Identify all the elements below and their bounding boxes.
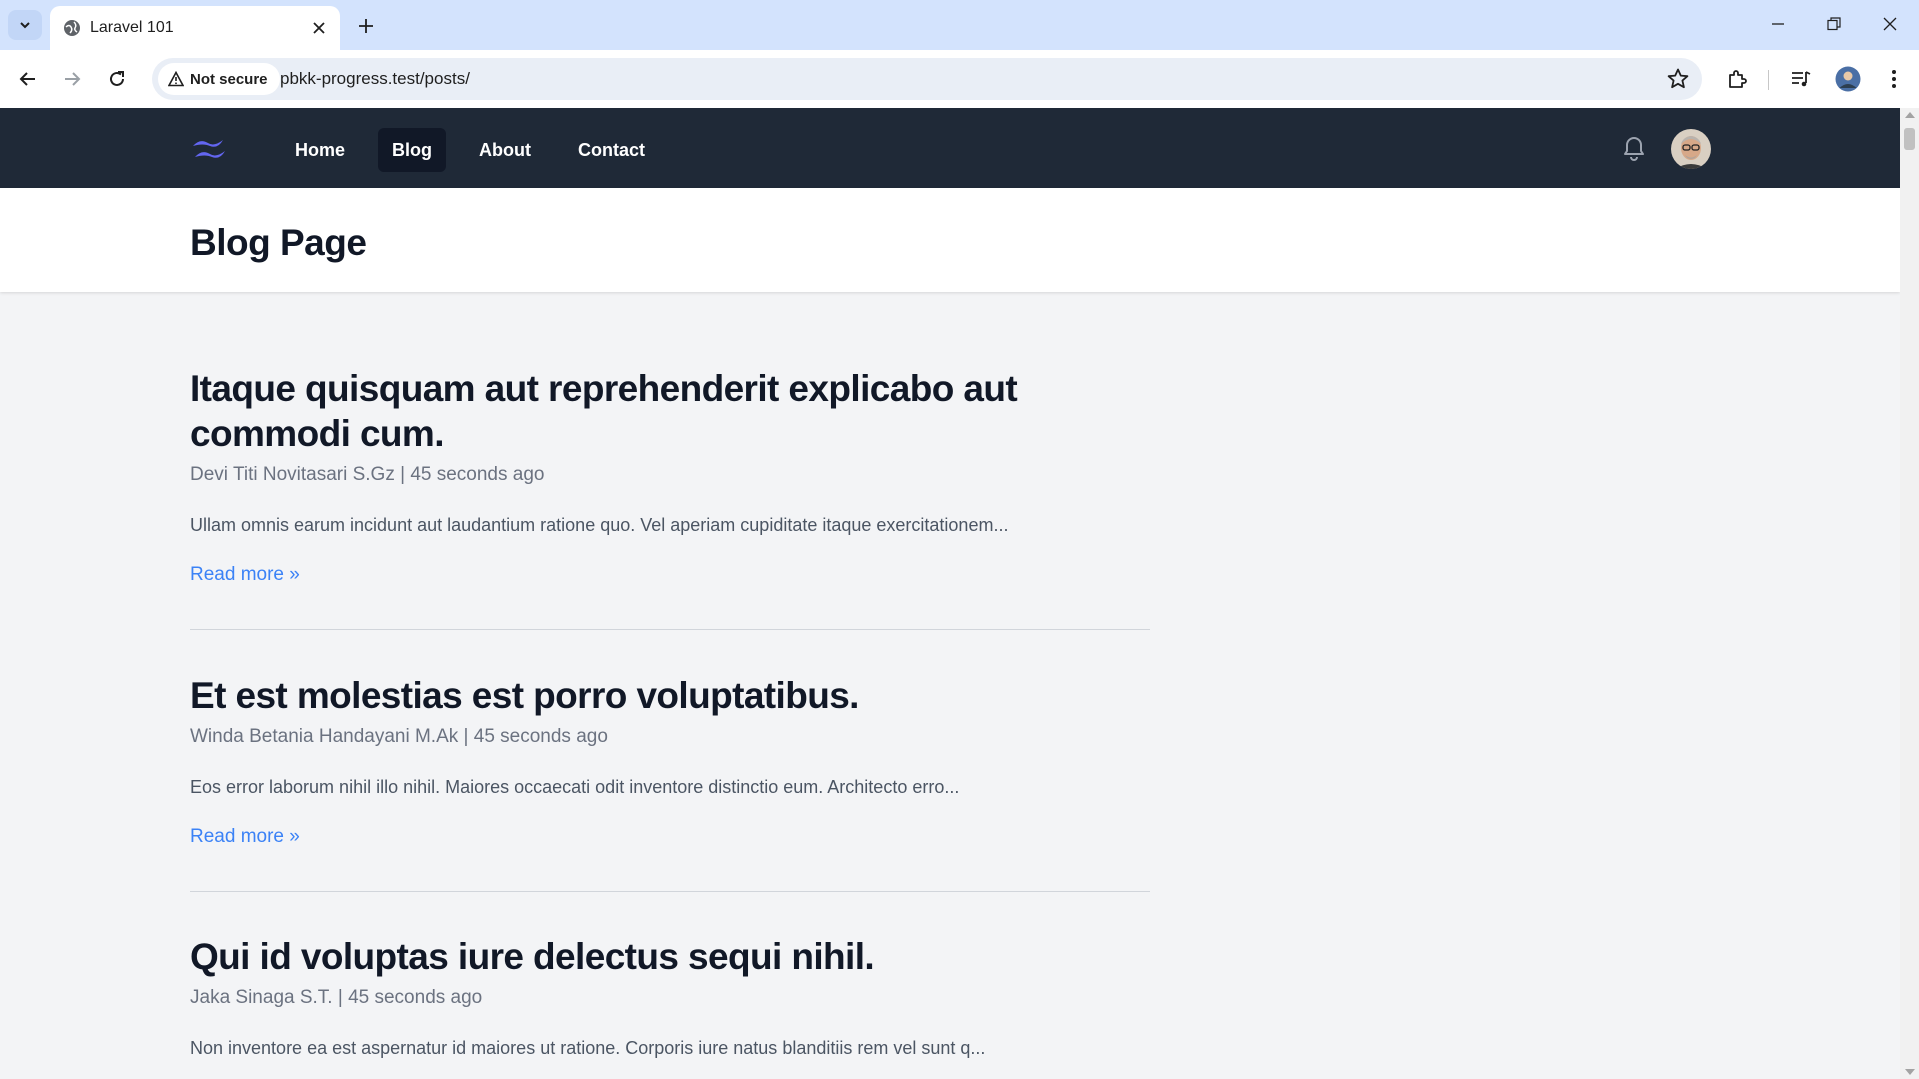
new-tab-button[interactable] <box>352 12 380 40</box>
back-button[interactable] <box>12 63 44 95</box>
tab-search-button[interactable] <box>8 10 42 40</box>
security-label: Not secure <box>190 70 268 88</box>
globe-icon <box>64 20 80 36</box>
page-viewport: Home Blog About Contact Blog Page Itaque… <box>0 108 1900 1079</box>
user-photo-icon <box>1671 129 1711 169</box>
bell-icon[interactable] <box>1620 134 1648 162</box>
playlist-icon <box>1792 71 1811 87</box>
scroll-up-arrow[interactable] <box>1905 112 1915 118</box>
user-avatar[interactable] <box>1671 129 1711 169</box>
warning-icon <box>168 71 184 87</box>
post-excerpt: Eos error laborum nihil illo nihil. Maio… <box>190 777 960 797</box>
nav-link-blog[interactable]: Blog <box>378 128 446 172</box>
post-title[interactable]: Itaque quisquam aut reprehenderit explic… <box>190 366 1150 456</box>
extensions-button[interactable] <box>1723 65 1751 93</box>
arrow-right-icon <box>65 72 81 86</box>
restore-icon <box>1827 17 1841 31</box>
nav-link-contact[interactable]: Contact <box>564 128 659 172</box>
page-header: Blog Page <box>0 188 1900 292</box>
page-scrollbar[interactable] <box>1900 108 1919 1079</box>
tab-title: Laravel 101 <box>90 19 174 36</box>
minimize-icon <box>1772 23 1784 25</box>
tab-close-button[interactable] <box>308 17 330 39</box>
post-excerpt: Non inventore ea est aspernatur id maior… <box>190 1038 986 1058</box>
reload-icon <box>110 71 124 86</box>
tailwind-logo-icon[interactable] <box>190 132 230 164</box>
security-indicator[interactable]: Not secure <box>158 63 280 95</box>
page-title: Blog Page <box>190 222 367 263</box>
scroll-thumb[interactable] <box>1904 128 1915 150</box>
arrow-left-icon <box>19 72 35 86</box>
post-title[interactable]: Qui id voluptas iure delectus sequi nihi… <box>190 934 1150 979</box>
plus-icon <box>359 19 373 33</box>
nav-link-home[interactable]: Home <box>281 128 359 172</box>
tab-strip: Laravel 101 <box>0 0 1919 50</box>
address-bar[interactable]: Not secure pbkk-progress.test/posts/ <box>152 58 1702 100</box>
profile-button[interactable] <box>1834 65 1862 93</box>
post-item: Et est molestias est porro voluptatibus.… <box>190 673 1150 850</box>
post-title-line: commodi cum. <box>190 413 445 454</box>
forward-button[interactable] <box>56 63 88 95</box>
scroll-down-arrow[interactable] <box>1905 1069 1915 1075</box>
close-icon <box>1883 17 1897 31</box>
browser-toolbar: Not secure pbkk-progress.test/posts/ <box>0 50 1919 108</box>
restore-button[interactable] <box>1814 8 1854 40</box>
post-title[interactable]: Et est molestias est porro voluptatibus. <box>190 673 1150 718</box>
chevron-down-icon <box>20 22 30 29</box>
post-meta: Winda Betania Handayani M.Ak | 45 second… <box>190 726 608 747</box>
minimize-button[interactable] <box>1758 8 1798 40</box>
bookmark-star-icon[interactable] <box>1666 67 1690 91</box>
post-title-line: Itaque quisquam aut reprehenderit explic… <box>190 368 1018 409</box>
post-excerpt: Ullam omnis earum incidunt aut laudantiu… <box>190 515 1009 535</box>
reload-button[interactable] <box>101 63 133 95</box>
nav-link-about[interactable]: About <box>465 128 545 172</box>
url-text: pbkk-progress.test/posts/ <box>280 69 470 88</box>
browser-tab[interactable]: Laravel 101 <box>50 6 340 50</box>
post-meta: Devi Titi Novitasari S.Gz | 45 seconds a… <box>190 464 545 485</box>
post-item: Qui id voluptas iure delectus sequi nihi… <box>190 934 1150 1061</box>
close-icon <box>313 22 325 34</box>
chrome-menu-button[interactable] <box>1880 65 1908 93</box>
kebab-menu-icon <box>1892 70 1896 88</box>
media-control-button[interactable] <box>1787 65 1815 93</box>
site-navbar: Home Blog About Contact <box>0 108 1900 188</box>
puzzle-icon <box>1729 70 1747 88</box>
read-more-link[interactable]: Read more » <box>190 562 300 588</box>
read-more-link[interactable]: Read more » <box>190 824 300 850</box>
post-item: Itaque quisquam aut reprehenderit explic… <box>190 366 1150 588</box>
close-window-button[interactable] <box>1870 8 1910 40</box>
post-meta: Jaka Sinaga S.T. | 45 seconds ago <box>190 987 483 1008</box>
toolbar-separator <box>1768 70 1769 90</box>
post-divider <box>190 629 1150 630</box>
profile-avatar-icon <box>1835 66 1861 92</box>
post-divider <box>190 891 1150 892</box>
